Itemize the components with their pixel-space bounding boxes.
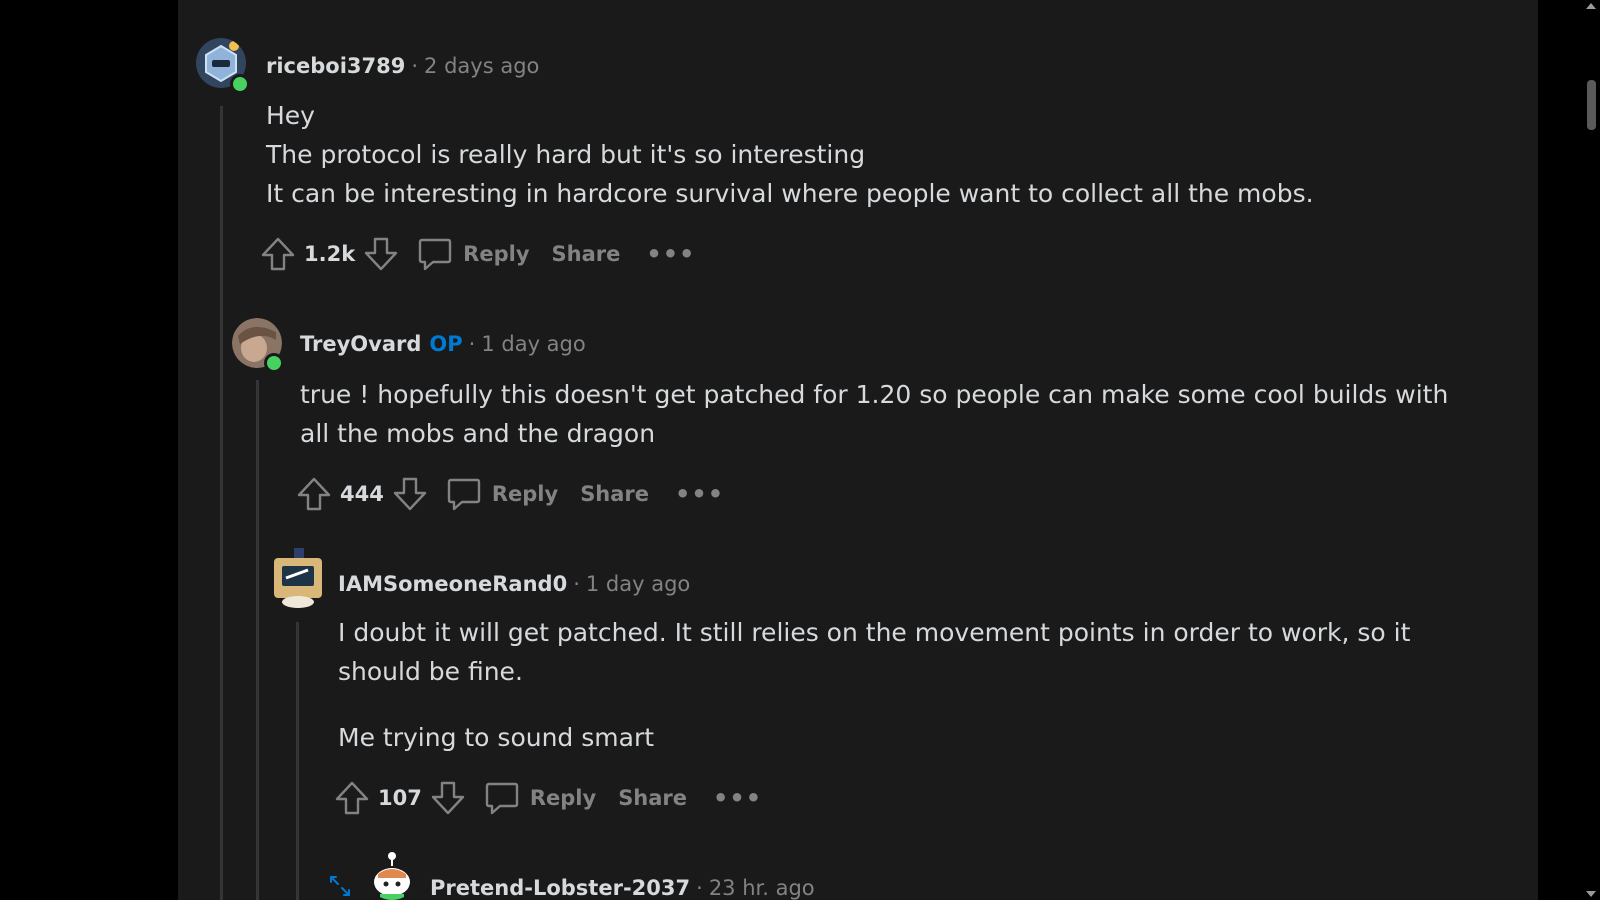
username-link[interactable]: Pretend-Lobster-2037: [430, 876, 690, 900]
snoo-avatar-icon: [374, 852, 410, 900]
expand-thread-button[interactable]: [328, 874, 352, 900]
scrollbar-thumb[interactable]: [1587, 80, 1596, 130]
comment-meta: Pretend-Lobster-2037 · 23 hr. ago: [430, 874, 815, 900]
expand-arrows-icon: [330, 876, 350, 896]
meta-separator: ·: [696, 876, 703, 900]
scroll-up-arrow-icon[interactable]: [1586, 3, 1596, 9]
page-scrollbar[interactable]: [1582, 0, 1600, 900]
comment-pretend-lobster-2037: Pretend-Lobster-2037 · 23 hr. ago: [178, 0, 1538, 900]
avatar[interactable]: [366, 848, 418, 900]
comment-thread-panel: riceboi3789 · 2 days ago Hey The protocol …: [178, 0, 1538, 900]
timestamp-link[interactable]: 23 hr. ago: [709, 876, 815, 900]
scroll-down-arrow-icon[interactable]: [1586, 891, 1596, 897]
